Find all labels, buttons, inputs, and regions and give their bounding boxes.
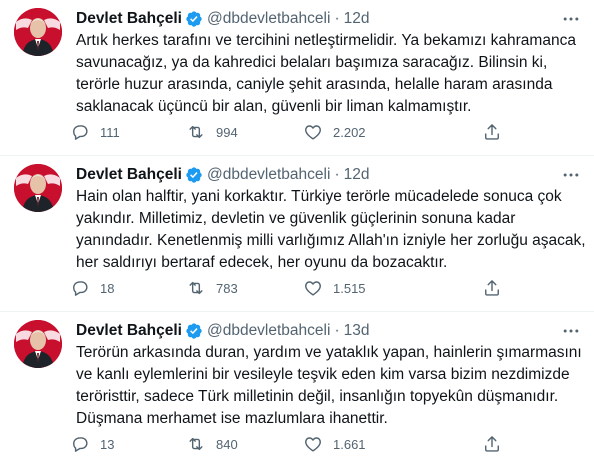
tweet-actions: 18 783 1.515	[70, 276, 506, 300]
tweet-text: Terörün arkasında duran, yardım ve yatak…	[76, 344, 582, 427]
reply-count: 18	[100, 280, 115, 296]
tweet-feed: Devlet Bahçeli @dbdevletbahceli · 12d Ar…	[0, 0, 594, 468]
verified-badge-icon	[185, 322, 203, 340]
heart-icon	[305, 281, 321, 296]
tweet-header: Devlet Bahçeli @dbdevletbahceli · 12d	[76, 9, 554, 29]
timestamp[interactable]: 13d	[344, 321, 370, 341]
retweet-count: 783	[216, 280, 238, 296]
tweet-actions: 111 994 2.202	[70, 120, 506, 144]
retweet-icon	[189, 125, 203, 139]
share-button[interactable]	[482, 276, 502, 300]
tweet-header: Devlet Bahçeli @dbdevletbahceli · 13d	[76, 321, 554, 341]
tweet[interactable]: Devlet Bahçeli @dbdevletbahceli · 12d Ha…	[0, 156, 594, 312]
separator-dot: ·	[334, 166, 340, 183]
reply-count: 111	[100, 124, 120, 140]
more-options-icon[interactable]	[558, 6, 584, 32]
avatar-image	[14, 164, 62, 212]
tweet-text: Artık herkes tarafını ve tercihini netle…	[76, 32, 576, 115]
retweet-icon	[189, 437, 203, 451]
like-count: 1.661	[333, 436, 366, 452]
timestamp[interactable]: 12d	[344, 9, 370, 29]
like-button[interactable]: 2.202	[303, 120, 366, 144]
share-icon	[485, 280, 499, 296]
reply-icon	[73, 437, 88, 452]
retweet-icon	[189, 281, 203, 295]
like-count: 1.515	[333, 280, 366, 296]
avatar[interactable]	[14, 320, 62, 368]
share-button[interactable]	[482, 120, 502, 144]
reply-button[interactable]: 111	[70, 120, 120, 144]
more-options-icon[interactable]	[558, 162, 584, 188]
retweet-button[interactable]: 783	[186, 276, 238, 300]
like-button[interactable]: 1.661	[303, 432, 366, 456]
timestamp[interactable]: 12d	[344, 165, 370, 185]
retweet-count: 840	[216, 436, 238, 452]
tweet-actions: 13 840 1.661	[70, 432, 506, 456]
author-handle[interactable]: @dbdevletbahceli	[207, 9, 330, 29]
reply-icon	[73, 281, 88, 296]
like-count: 2.202	[333, 124, 366, 140]
tweet[interactable]: Devlet Bahçeli @dbdevletbahceli · 13d Te…	[0, 312, 594, 468]
tweet-text: Hain olan halftir, yani korkaktır. Türki…	[76, 188, 586, 271]
share-icon	[485, 124, 499, 140]
tweet-header: Devlet Bahçeli @dbdevletbahceli · 12d	[76, 165, 554, 185]
tweet-text-container: Hain olan halftir, yani korkaktır. Türki…	[76, 186, 586, 274]
retweet-count: 994	[216, 124, 238, 140]
reply-count: 13	[100, 436, 115, 452]
author-name[interactable]: Devlet Bahçeli	[76, 321, 182, 341]
author-handle[interactable]: @dbdevletbahceli	[207, 165, 330, 185]
share-icon	[485, 436, 499, 452]
reply-button[interactable]: 18	[70, 276, 114, 300]
more-options-icon[interactable]	[558, 318, 584, 344]
retweet-button[interactable]: 994	[186, 120, 238, 144]
share-button[interactable]	[482, 432, 502, 456]
heart-icon	[305, 125, 321, 140]
tweet[interactable]: Devlet Bahçeli @dbdevletbahceli · 12d Ar…	[0, 0, 594, 156]
reply-button[interactable]: 13	[70, 432, 114, 456]
separator-dot: ·	[334, 322, 340, 339]
tweet-text-container: Artık herkes tarafını ve tercihini netle…	[76, 30, 586, 118]
avatar[interactable]	[14, 8, 62, 56]
avatar-image	[14, 320, 62, 368]
avatar-image	[14, 8, 62, 56]
retweet-button[interactable]: 840	[186, 432, 238, 456]
heart-icon	[305, 437, 321, 452]
author-handle[interactable]: @dbdevletbahceli	[207, 321, 330, 341]
avatar[interactable]	[14, 164, 62, 212]
verified-badge-icon	[185, 10, 203, 28]
separator-dot: ·	[334, 10, 340, 27]
verified-badge-icon	[185, 166, 203, 184]
like-button[interactable]: 1.515	[303, 276, 366, 300]
author-name[interactable]: Devlet Bahçeli	[76, 165, 182, 185]
author-name[interactable]: Devlet Bahçeli	[76, 9, 182, 29]
tweet-text-container: Terörün arkasında duran, yardım ve yatak…	[76, 342, 586, 430]
reply-icon	[73, 125, 88, 140]
